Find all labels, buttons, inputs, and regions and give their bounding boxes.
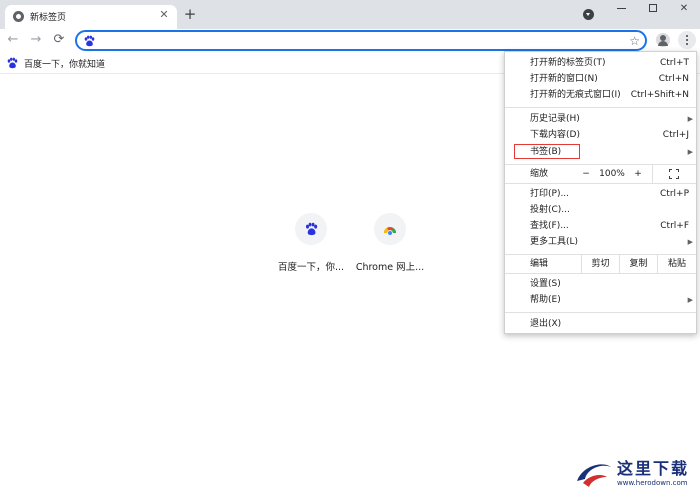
menu-item-help[interactable]: 帮助(E) ▶	[505, 292, 698, 308]
menu-item-shortcut: Ctrl+J	[662, 130, 689, 140]
zoom-divider	[652, 165, 653, 183]
shortcut-icon-circle	[374, 213, 406, 245]
menu-zoom-row: 缩放 − 100% +	[505, 165, 696, 183]
menu-item-label: 查找(F)...	[530, 221, 569, 231]
menu-separator	[505, 183, 696, 184]
menu-edit-row: 编辑 剪切 复制 粘贴	[505, 255, 696, 273]
menu-item-label: 打开新的无痕式窗口(I)	[530, 90, 621, 100]
menu-item-label: 打开新的标签页(T)	[530, 58, 606, 68]
submenu-arrow-icon: ▶	[687, 115, 693, 123]
toolbar: ← → ⟳ ☆	[0, 29, 700, 52]
paste-button[interactable]: 粘贴	[657, 255, 696, 273]
back-button[interactable]: ←	[5, 32, 21, 48]
watermark-url: www.herodown.com	[617, 479, 688, 487]
menu-item-shortcut: Ctrl+T	[659, 58, 689, 68]
watermark-logo: 这里下载 www.herodown.com	[573, 455, 698, 491]
kebab-dot	[686, 39, 688, 41]
menu-item-shortcut: Ctrl+P	[660, 189, 689, 199]
submenu-arrow-icon: ▶	[687, 238, 693, 246]
minimize-icon	[616, 7, 626, 9]
shortcut-icon-circle	[295, 213, 327, 245]
menu-item-shortcut: Ctrl+F	[660, 221, 689, 231]
menu-item-exit[interactable]: 退出(X)	[505, 316, 698, 332]
shortcut-tile-baidu[interactable]: 百度一下，你...	[271, 213, 351, 273]
shortcut-label: Chrome 网上...	[355, 262, 425, 273]
profile-avatar-icon[interactable]	[656, 33, 670, 47]
bookmark-star-icon[interactable]: ☆	[629, 33, 640, 49]
menu-item-print[interactable]: 打印(P)... Ctrl+P	[505, 186, 698, 202]
menu-item-label: 帮助(E)	[530, 295, 561, 305]
chrome-main-menu: 打开新的标签页(T) Ctrl+T 打开新的窗口(N) Ctrl+N 打开新的无…	[504, 51, 697, 334]
menu-item-downloads[interactable]: 下载内容(D) Ctrl+J	[505, 127, 698, 143]
tab-title: 新标签页	[30, 13, 67, 23]
fullscreen-icon[interactable]	[669, 169, 679, 179]
chrome-favicon-icon	[13, 11, 24, 22]
submenu-arrow-icon: ▶	[687, 148, 693, 156]
watermark-swirl-icon	[577, 464, 611, 487]
bookmark-label: 百度一下，你就知道	[24, 59, 106, 70]
zoom-out-button[interactable]: −	[579, 165, 593, 183]
menu-item-label: 设置(S)	[530, 279, 561, 289]
menu-item-more-tools[interactable]: 更多工具(L) ▶	[505, 234, 698, 250]
tab-strip: 新标签页 ✕ + ✕	[0, 0, 700, 29]
menu-item-new-window[interactable]: 打开新的窗口(N) Ctrl+N	[505, 71, 698, 87]
menu-item-label: 打印(P)...	[530, 189, 570, 199]
shortcut-tile-chrome-webstore[interactable]: Chrome 网上...	[350, 213, 430, 273]
window-close-button[interactable]: ✕	[674, 2, 694, 16]
tab-new-tab-page[interactable]: 新标签页 ✕	[5, 5, 177, 29]
address-bar[interactable]: ☆	[75, 30, 647, 51]
maximize-icon	[649, 4, 657, 12]
bookmark-baidu[interactable]: 百度一下，你就知道	[6, 56, 105, 70]
menu-item-find[interactable]: 查找(F)... Ctrl+F	[505, 218, 698, 234]
menu-item-label: 投射(C)...	[530, 205, 570, 215]
new-tab-button[interactable]: +	[182, 7, 198, 23]
cut-button[interactable]: 剪切	[581, 255, 619, 273]
browser-window: 新标签页 ✕ + ✕ ← → ⟳ ☆ 百度一下，你就知道 百度一下，你... C…	[0, 0, 700, 493]
submenu-arrow-icon: ▶	[687, 296, 693, 304]
menu-separator	[505, 312, 696, 313]
edit-label: 编辑	[530, 259, 549, 269]
maximize-button[interactable]	[643, 2, 663, 16]
menu-item-label: 下载内容(D)	[530, 130, 580, 140]
kebab-dot	[686, 43, 688, 45]
zoom-level: 100%	[599, 169, 625, 179]
menu-separator	[505, 273, 696, 274]
kebab-dot	[686, 35, 688, 37]
zoom-label: 缩放	[530, 169, 549, 179]
watermark-text: 这里下载	[617, 459, 690, 478]
shortcut-label: 百度一下，你...	[277, 262, 345, 273]
menu-item-shortcut: Ctrl+N	[658, 74, 689, 84]
baidu-paw-icon	[84, 35, 95, 47]
chrome-menu-button[interactable]	[678, 31, 696, 49]
menu-item-new-tab[interactable]: 打开新的标签页(T) Ctrl+T	[505, 55, 698, 71]
menu-item-shortcut: Ctrl+Shift+N	[630, 90, 689, 100]
menu-item-history[interactable]: 历史记录(H) ▶	[505, 111, 698, 127]
copy-button[interactable]: 复制	[619, 255, 657, 273]
baidu-paw-icon	[7, 57, 18, 69]
menu-item-label: 退出(X)	[530, 319, 562, 329]
menu-separator	[505, 107, 696, 108]
menu-item-incognito[interactable]: 打开新的无痕式窗口(I) Ctrl+Shift+N	[505, 87, 698, 103]
menu-item-settings[interactable]: 设置(S)	[505, 276, 698, 292]
menu-item-cast[interactable]: 投射(C)...	[505, 202, 698, 218]
tab-search-icon[interactable]	[583, 9, 594, 20]
tab-close-icon[interactable]: ✕	[157, 8, 171, 22]
baidu-paw-icon	[305, 222, 318, 236]
zoom-in-button[interactable]: +	[631, 165, 645, 183]
menu-item-label: 历史记录(H)	[530, 114, 580, 124]
menu-item-label: 更多工具(L)	[530, 237, 579, 247]
menu-item-label: 打开新的窗口(N)	[530, 74, 598, 84]
minimize-button[interactable]	[611, 2, 631, 16]
reload-button[interactable]: ⟳	[51, 32, 67, 48]
chrome-webstore-icon	[384, 227, 396, 235]
bookmarks-highlight-box	[514, 144, 580, 159]
forward-button[interactable]: →	[28, 32, 44, 48]
